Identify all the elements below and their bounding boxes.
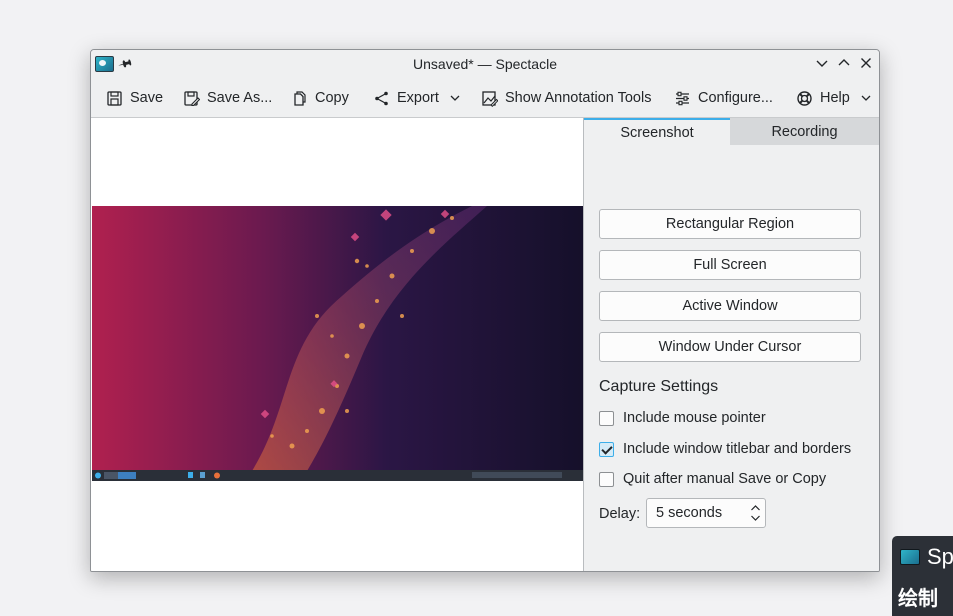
export-label: Export (397, 90, 439, 106)
active-window-button[interactable]: Active Window (599, 291, 861, 321)
tab-recording[interactable]: Recording (731, 118, 878, 145)
background-window-title: Sp (927, 544, 953, 569)
help-label: Help (820, 90, 850, 106)
chevron-down-icon (861, 95, 871, 101)
save-as-icon (184, 90, 200, 106)
copy-icon (294, 90, 306, 106)
chevron-down-icon (816, 60, 828, 67)
chevron-down-icon (450, 95, 460, 101)
save-as-button[interactable]: Save As... (183, 86, 272, 110)
rectangular-region-button[interactable]: Rectangular Region (599, 209, 861, 239)
capture-options-panel: Screenshot Recording Rectangular Region … (584, 118, 879, 571)
save-button[interactable]: Save (106, 86, 163, 110)
delay-value[interactable]: 5 seconds (656, 505, 722, 521)
window-under-cursor-button[interactable]: Window Under Cursor (599, 332, 861, 362)
include-mouse-pointer-checkbox[interactable]: Include mouse pointer (599, 408, 766, 428)
quit-after-save-checkbox[interactable]: Quit after manual Save or Copy (599, 469, 826, 489)
tab-screenshot[interactable]: Screenshot (584, 118, 730, 145)
checkbox-label: Quit after manual Save or Copy (623, 471, 827, 487)
help-lifebuoy-icon (797, 90, 812, 106)
spectacle-app-icon (900, 549, 920, 565)
full-screen-button[interactable]: Full Screen (599, 250, 861, 280)
capture-settings-heading: Capture Settings (599, 378, 719, 395)
maximize-button[interactable] (835, 54, 853, 72)
chevron-up-icon (838, 59, 850, 66)
copy-button[interactable]: Copy (291, 86, 349, 110)
configure-button[interactable]: Configure... (674, 86, 773, 110)
spectacle-window: 🖈 Unsaved* — Spectacle Save Save As... C… (90, 49, 880, 572)
wallpaper-preview (92, 206, 583, 481)
delay-label: Delay: (599, 506, 641, 522)
configure-label: Configure... (698, 90, 773, 106)
minimize-button[interactable] (813, 54, 831, 72)
capture-tabs: Screenshot Recording (584, 118, 879, 145)
delay-spinbox[interactable]: 5 seconds (646, 498, 766, 528)
help-menu-button[interactable]: Help (796, 86, 872, 110)
titlebar: 🖈 Unsaved* — Spectacle (91, 50, 879, 77)
spin-arrows-icon[interactable] (750, 502, 761, 524)
annotation-label: Show Annotation Tools (505, 90, 652, 106)
configure-icon (676, 91, 689, 105)
checkbox-box[interactable] (599, 471, 614, 487)
copy-label: Copy (315, 90, 349, 106)
export-menu-button[interactable]: Export (373, 86, 461, 110)
share-icon (375, 91, 388, 105)
save-label: Save (130, 90, 164, 106)
close-button[interactable] (857, 54, 875, 72)
main-toolbar: Save Save As... Copy Export Show Annotat… (91, 78, 879, 118)
close-icon (861, 58, 871, 68)
screenshot-image[interactable] (92, 206, 583, 481)
screenshot-preview-area[interactable] (91, 118, 583, 571)
checkbox-box-checked[interactable] (599, 441, 614, 457)
background-window[interactable]: Sp 绘制 (892, 536, 953, 616)
checkbox-label: Include mouse pointer (623, 410, 766, 426)
checkbox-box[interactable] (599, 410, 614, 426)
show-annotation-tools-button[interactable]: Show Annotation Tools (481, 86, 651, 110)
include-titlebar-checkbox[interactable]: Include window titlebar and borders (599, 439, 851, 459)
save-icon (107, 90, 122, 106)
annotate-icon (482, 90, 498, 107)
checkbox-label: Include window titlebar and borders (623, 441, 852, 457)
save-as-label: Save As... (207, 90, 273, 106)
window-title: Unsaved* — Spectacle (413, 56, 557, 72)
